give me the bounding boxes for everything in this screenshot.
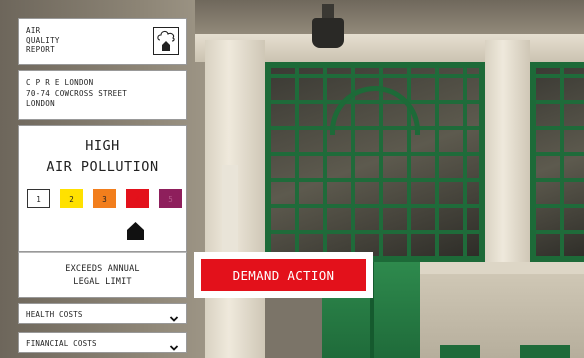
address-line: C P R E LONDON bbox=[26, 78, 94, 87]
legal-limit-text: EXCEEDS ANNUAL LEGAL LIMIT bbox=[19, 263, 186, 289]
scale-level-4: 4 bbox=[126, 189, 149, 208]
scale-level-3: 3 bbox=[93, 189, 116, 208]
house-marker-icon bbox=[127, 222, 144, 240]
window-sill bbox=[420, 262, 584, 274]
financial-costs-label: FINANCIAL COSTS bbox=[26, 339, 97, 348]
report-header-card: AIR QUALITY REPORT bbox=[18, 18, 187, 65]
health-costs-accordion[interactable]: HEALTH COSTS bbox=[18, 303, 187, 324]
address-line: LONDON bbox=[26, 99, 55, 108]
pollution-level-caption: AIR POLLUTION bbox=[46, 159, 159, 175]
legal-limit-line: EXCEEDS ANNUAL bbox=[65, 264, 140, 274]
financial-costs-accordion[interactable]: FINANCIAL COSTS bbox=[18, 332, 187, 353]
green-shopfront-window-right bbox=[530, 62, 584, 262]
address-line: 70-74 COWCROSS STREET bbox=[26, 88, 128, 98]
base-panel bbox=[520, 345, 570, 358]
pollution-level-card: HIGH AIR POLLUTION 1 2 3 4 5 bbox=[18, 125, 187, 252]
scale-level-5: 5 bbox=[159, 189, 182, 208]
wall-sign bbox=[222, 165, 238, 255]
pollution-scale: 1 2 3 4 5 bbox=[27, 189, 182, 208]
chevron-down-icon[interactable] bbox=[169, 309, 179, 322]
chevron-down-icon[interactable] bbox=[169, 338, 179, 351]
legal-limit-card: EXCEEDS ANNUAL LEGAL LIMIT bbox=[18, 252, 187, 298]
health-costs-label: HEALTH COSTS bbox=[26, 310, 83, 319]
pollution-level-word: HIGH bbox=[85, 138, 120, 154]
report-title: AIR QUALITY REPORT bbox=[26, 26, 60, 54]
scale-level-2: 2 bbox=[60, 189, 83, 208]
cloud-house-icon bbox=[153, 27, 179, 55]
scale-level-1: 1 bbox=[27, 189, 50, 208]
air-quality-report-panel: AIR QUALITY REPORT C P R E LONDON 70-74 … bbox=[0, 0, 195, 358]
address: C P R E LONDON 70-74 COWCROSS STREET LON… bbox=[26, 78, 127, 110]
wall-lamp bbox=[312, 4, 344, 48]
base-panel bbox=[440, 345, 480, 358]
demand-action-container: DEMAND ACTION bbox=[194, 252, 373, 298]
demand-action-button[interactable]: DEMAND ACTION bbox=[201, 259, 366, 291]
address-card: C P R E LONDON 70-74 COWCROSS STREET LON… bbox=[18, 70, 187, 120]
legal-limit-line: LEGAL LIMIT bbox=[73, 277, 132, 287]
building-upper-facade bbox=[195, 0, 584, 36]
